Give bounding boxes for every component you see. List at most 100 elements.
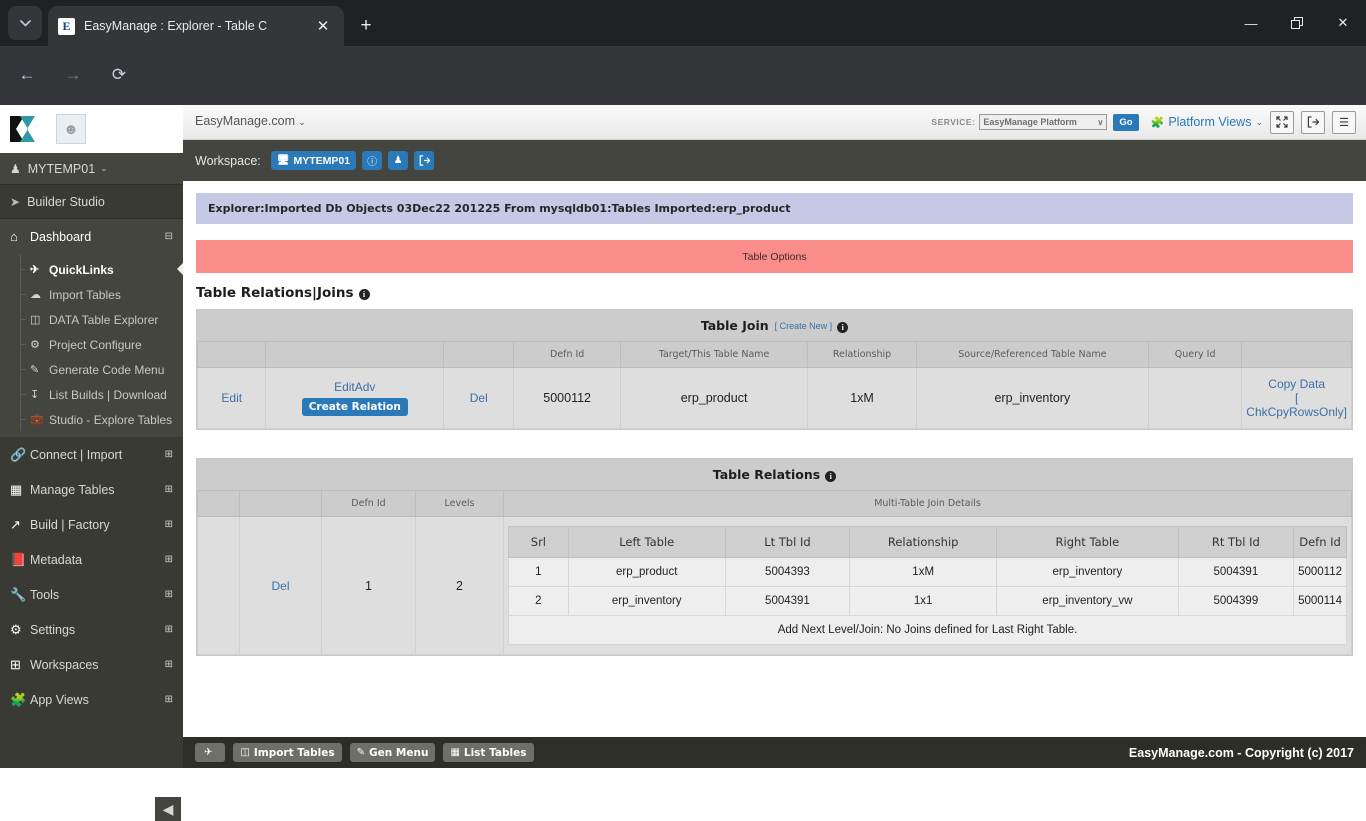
expand-toggle-icon[interactable]: ⊞ <box>165 449 173 460</box>
chevron-down-icon <box>19 19 31 27</box>
sidebar-group-label: Manage Tables <box>30 482 115 497</box>
chk-copy-rows-link[interactable]: [ ChkCpyRowsOnly] <box>1246 391 1347 419</box>
minimize-icon[interactable]: — <box>1228 0 1274 46</box>
sidebar-subitem-label: List Builds | Download <box>49 387 167 402</box>
app-brand[interactable]: EasyManage.com ⌄ <box>195 114 306 128</box>
sidebar-subitem-label: QuickLinks <box>49 262 114 277</box>
new-tab-button[interactable]: + <box>352 12 380 40</box>
cell-source-table: erp_inventory <box>915 367 1149 429</box>
menu-button[interactable]: ☰ <box>1332 110 1356 134</box>
expand-toggle-icon[interactable]: ⊞ <box>165 484 173 495</box>
gen-menu-button[interactable]: ✎ Gen Menu <box>349 743 436 762</box>
home-icon: ⌂ <box>10 229 18 244</box>
go-button[interactable]: Go <box>1113 113 1139 131</box>
list-tables-button[interactable]: ▦ List Tables <box>443 743 534 762</box>
workspace-chip[interactable]: 🖥 MYTEMP01 <box>270 151 357 170</box>
sidebar-subitem-label: Import Tables <box>49 287 121 302</box>
sidebar-item-studio-explore-tables[interactable]: 💼 Studio - Explore Tables <box>0 407 183 432</box>
sidebar-group-app-views[interactable]: 🧩 App Views ⊞ <box>0 682 183 717</box>
info-icon[interactable]: i <box>825 466 837 484</box>
expand-toggle-icon[interactable]: ⊞ <box>165 519 173 530</box>
close-icon[interactable]: ✕ <box>312 15 334 37</box>
col-defn-id: Defn Id <box>513 341 621 368</box>
col-actions <box>1241 341 1352 368</box>
copy-data-link[interactable]: Copy Data <box>1268 377 1325 391</box>
cell-right-table: erp_inventory_vw <box>996 586 1179 616</box>
sidebar-account[interactable]: ♟ MYTEMP01 ⌄ <box>0 153 183 185</box>
del-link[interactable]: Del <box>271 579 289 593</box>
table-join-grid: Defn Id Target/This Table Name Relations… <box>196 341 1352 429</box>
col-relationship: Relationship <box>849 526 998 558</box>
sidebar-item-generate-code-menu[interactable]: ✎ Generate Code Menu <box>0 357 183 382</box>
create-relation-button[interactable]: Create Relation <box>301 398 408 416</box>
sidebar-item-builder-studio[interactable]: ➤ Builder Studio <box>0 185 183 219</box>
chevron-down-icon: ⌄ <box>100 163 108 173</box>
collapse-toggle-icon[interactable]: ⊟ <box>165 231 173 242</box>
expand-toggle-icon[interactable]: ⊞ <box>165 694 173 705</box>
sidebar-group-workspaces[interactable]: ⊞ Workspaces ⊞ <box>0 647 183 682</box>
import-tables-button[interactable]: ◫ Import Tables <box>233 743 342 762</box>
wrench-icon: 🔧 <box>10 586 27 602</box>
expand-toggle-icon[interactable]: ⊞ <box>165 659 173 670</box>
sidebar-group-tools[interactable]: 🔧 Tools ⊞ <box>0 577 183 612</box>
expand-button[interactable] <box>1270 110 1294 134</box>
tab-search-button[interactable] <box>8 6 42 40</box>
sidebar-collapse-button[interactable]: ◀ <box>155 797 181 821</box>
expand-toggle-icon[interactable]: ⊞ <box>165 589 173 600</box>
info-icon[interactable]: i <box>837 317 849 335</box>
sidebar-item-project-configure[interactable]: ⚙ Project Configure <box>0 332 183 357</box>
reload-button[interactable]: ⟳ <box>102 58 136 92</box>
sidebar-group-label: Settings <box>30 622 76 637</box>
logout-button[interactable] <box>1301 110 1325 134</box>
desktop-icon: 🖥 <box>276 155 290 166</box>
sidebar-item-quicklinks[interactable]: ✈ QuickLinks <box>0 257 184 282</box>
user-avatar-icon[interactable]: ☻ <box>56 114 86 144</box>
cell-actions: Copy Data [ ChkCpyRowsOnly] <box>1241 367 1352 429</box>
sidebar-item-list-builds[interactable]: ↧ List Builds | Download <box>0 382 183 407</box>
browser-tab[interactable]: E EasyManage : Explorer - Table C ✕ <box>48 6 344 46</box>
sidebar-group-manage-tables[interactable]: ▦ Manage Tables ⊞ <box>0 472 183 507</box>
col-rt-tbl-id: Rt Tbl Id <box>1177 526 1295 558</box>
plus-square-icon: ⊞ <box>10 656 21 672</box>
expand-toggle-icon[interactable]: ⊞ <box>165 624 173 635</box>
forward-button[interactable]: → <box>56 58 90 92</box>
cell-del: Del <box>443 367 515 429</box>
back-button[interactable]: ← <box>10 58 44 92</box>
app-brand-label: EasyManage.com <box>195 114 296 128</box>
table-options-bar[interactable]: Table Options <box>196 240 1353 273</box>
workspace-user-icon[interactable]: ♟ <box>388 151 409 170</box>
table-footer-row: Add Next Level/Join: No Joins defined fo… <box>508 615 1347 645</box>
sidebar-group-dashboard[interactable]: ⌂ Dashboard ⊟ <box>0 219 183 254</box>
workspace-logout-icon[interactable] <box>414 151 435 170</box>
create-new-link[interactable]: [ Create New ] <box>775 321 833 331</box>
sidebar-group-metadata[interactable]: 📕 Metadata ⊞ <box>0 542 183 577</box>
workspace-info-icon[interactable]: ⓘ <box>362 151 383 170</box>
service-select[interactable]: EasyManage Platform ∨ <box>979 114 1108 130</box>
database-icon: ◫ <box>30 314 41 326</box>
col-defn-id: Defn Id <box>321 490 416 517</box>
quicklinks-button[interactable]: ✈ <box>195 743 226 762</box>
app-logo-icon[interactable] <box>8 114 38 144</box>
sidebar-group-label: Tools <box>30 587 60 602</box>
col-edit <box>196 341 267 368</box>
cell-relationship: 1xM <box>849 557 998 587</box>
close-window-icon[interactable]: ✕ <box>1320 0 1366 46</box>
sidebar-group-connect-import[interactable]: 🔗 Connect | Import ⊞ <box>0 437 183 472</box>
edit-link[interactable]: Edit <box>221 391 242 405</box>
info-icon[interactable]: i <box>358 287 370 300</box>
table-join-title: Table Join <box>700 318 769 333</box>
platform-views-menu[interactable]: 🧩 Platform Views ⌄ <box>1151 115 1263 129</box>
maximize-icon[interactable] <box>1274 0 1320 46</box>
col-del <box>239 490 322 517</box>
book-icon: 📕 <box>10 551 27 567</box>
sidebar-group-settings[interactable]: ⚙ Settings ⊞ <box>0 612 183 647</box>
import-banner: Explorer:Imported Db Objects 03Dec22 201… <box>196 193 1353 224</box>
del-link[interactable]: Del <box>470 391 488 405</box>
table-join-header: Table Join [ Create New ] i <box>197 310 1352 341</box>
expand-toggle-icon[interactable]: ⊞ <box>165 554 173 565</box>
editadv-link[interactable]: EditAdv <box>334 380 375 394</box>
sidebar-group-build-factory[interactable]: ↗ Build | Factory ⊞ <box>0 507 183 542</box>
sidebar-item-import-tables[interactable]: ☁ Import Tables <box>0 282 183 307</box>
table-row-header: Defn Id Target/This Table Name Relations… <box>196 341 1352 368</box>
sidebar-item-data-table-explorer[interactable]: ◫ DATA Table Explorer <box>0 307 183 332</box>
